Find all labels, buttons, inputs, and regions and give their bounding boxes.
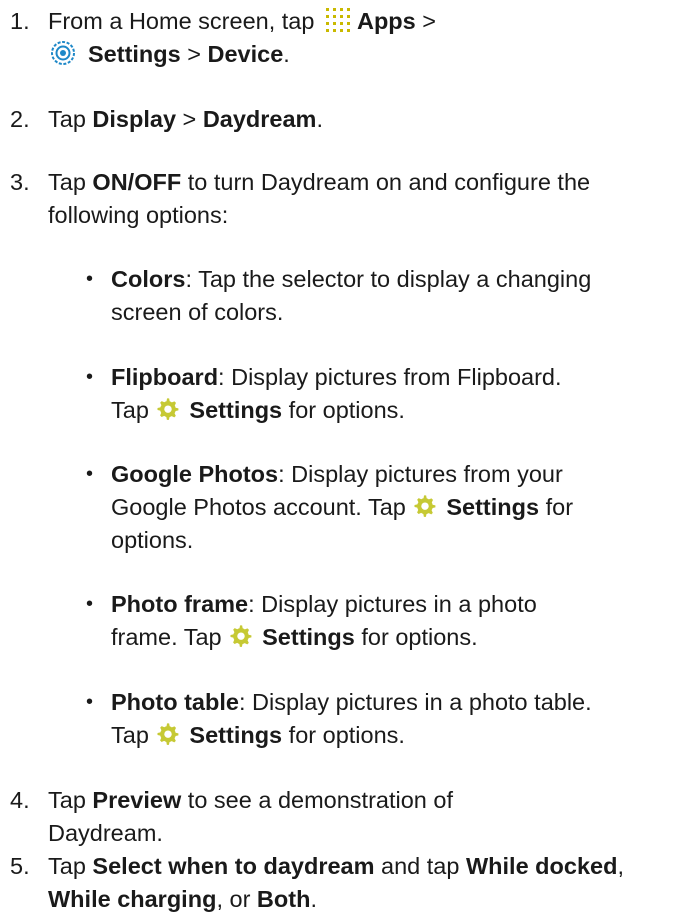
option-term: Photo table: [111, 689, 239, 715]
step-number: 3.: [10, 169, 30, 195]
option-term: Photo frame: [111, 591, 249, 617]
step-number: 1.: [10, 8, 30, 34]
settings-cog-icon: [230, 625, 252, 647]
apps-grid-icon: [325, 8, 350, 32]
device-label: Device: [207, 41, 284, 67]
settings-label: Settings: [189, 397, 283, 423]
instructions-page: 1. From a Home screen, tap Apps > Settin…: [0, 0, 673, 912]
settings-gear-icon: [51, 41, 75, 65]
step-number: 2.: [10, 106, 30, 132]
while-charging-label: While charging: [48, 886, 217, 912]
bullet: •: [86, 366, 94, 388]
select-when-label: Select when to daydream: [92, 853, 375, 879]
settings-label: Settings: [446, 494, 540, 520]
preview-label: Preview: [92, 787, 182, 813]
onoff-label: ON/OFF: [92, 169, 182, 195]
settings-cog-icon: [157, 723, 179, 745]
apps-label: Apps: [356, 8, 416, 34]
step-number: 4.: [10, 787, 30, 813]
option-term: Colors: [111, 266, 186, 292]
bullet: •: [86, 268, 94, 290]
daydream-label: Daydream: [202, 106, 317, 132]
option-term: Flipboard: [111, 364, 219, 390]
settings-label: Settings: [88, 41, 181, 67]
settings-cog-icon: [157, 398, 179, 420]
while-docked-label: While docked: [465, 853, 618, 879]
settings-label: Settings: [189, 722, 283, 748]
both-label: Both: [256, 886, 311, 912]
bullet: •: [86, 463, 94, 485]
bullet: •: [86, 691, 94, 713]
display-label: Display: [92, 106, 177, 132]
bullet: •: [86, 593, 94, 615]
settings-label: Settings: [262, 624, 355, 650]
step-number: 5.: [10, 853, 30, 879]
settings-cog-icon: [414, 495, 436, 517]
option-term: Google Photos: [111, 461, 279, 487]
